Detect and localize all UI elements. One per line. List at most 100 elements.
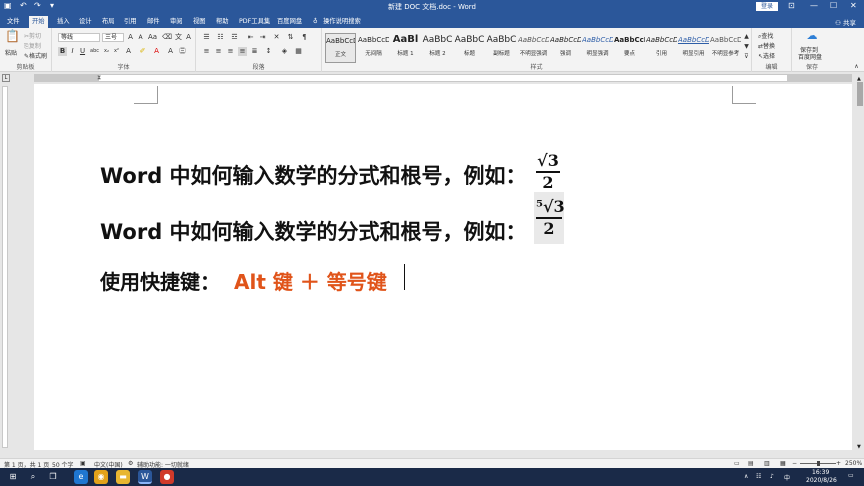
accessibility-icon[interactable]: ⚙ xyxy=(128,460,133,467)
align-left-icon[interactable]: ≡ xyxy=(202,47,211,56)
italic-icon[interactable]: I xyxy=(68,47,77,56)
style-no-spacing[interactable]: AaBbCcD 无间隔 xyxy=(358,33,389,63)
tab-home[interactable]: 开始 xyxy=(29,16,48,28)
decrease-indent-icon[interactable]: ⇤ xyxy=(246,33,255,42)
paste-icon[interactable]: 📋 xyxy=(5,30,20,46)
style-subtle-reference[interactable]: AaBbCcDi 不明显参考 xyxy=(710,33,741,63)
style-intense-emphasis[interactable]: AaBbCcD 明显强调 xyxy=(582,33,613,63)
bold-icon[interactable]: B xyxy=(58,47,67,56)
cloud-icon[interactable]: ☁ xyxy=(806,30,818,43)
windows-start-icon[interactable]: ⊞ xyxy=(6,470,20,484)
word-icon[interactable]: W xyxy=(138,470,152,484)
style-subtitle[interactable]: AaBbC 副标题 xyxy=(486,33,517,63)
app-icon[interactable]: ● xyxy=(160,470,174,484)
align-center-icon[interactable]: ≡ xyxy=(214,47,223,56)
distributed-icon[interactable]: ≣ xyxy=(250,47,259,56)
zoom-in-icon[interactable]: + xyxy=(836,460,841,467)
font-color-icon[interactable]: A xyxy=(152,47,161,56)
collapse-ribbon-icon[interactable]: ∧ xyxy=(852,62,861,71)
align-right-icon[interactable]: ≡ xyxy=(226,47,235,56)
ime-indicator[interactable]: 中 xyxy=(784,473,790,482)
select-button[interactable]: ↖选择 xyxy=(758,51,775,60)
horizontal-ruler[interactable]: L ⧗ xyxy=(0,72,864,84)
fraction-sqrt3-over-2[interactable]: √3 2 xyxy=(536,152,560,192)
text-effects-icon[interactable]: A xyxy=(124,47,133,56)
scrollbar-thumb[interactable] xyxy=(857,82,863,106)
style-heading-1[interactable]: AaBl 标题 1 xyxy=(390,33,421,63)
tab-references[interactable]: 引用 xyxy=(121,16,140,28)
tab-design[interactable]: 设计 xyxy=(76,16,95,28)
phonetic-guide-icon[interactable]: 文 xyxy=(174,33,183,42)
style-heading-2[interactable]: AaBbC 标题 2 xyxy=(422,33,453,63)
font-size-select[interactable]: 三号 xyxy=(102,33,124,42)
style-subtle-emphasis[interactable]: AaBbCcD 不明显强调 xyxy=(518,33,549,63)
change-case-icon[interactable]: Aa xyxy=(148,33,157,42)
superscript-icon[interactable]: x² xyxy=(112,47,121,56)
fraction-5th-root-3-over-2[interactable]: ⁵√3 2 xyxy=(534,192,565,244)
style-title[interactable]: AaBbC 标题 xyxy=(454,33,485,63)
maximize-icon[interactable]: ☐ xyxy=(830,1,837,10)
grow-font-icon[interactable]: A xyxy=(126,33,135,42)
underline-icon[interactable]: U xyxy=(78,47,87,56)
format-painter-button[interactable]: ✎格式刷 xyxy=(24,51,47,60)
tab-baidu-netdisk[interactable]: 百度网盘 xyxy=(274,16,305,28)
shading-icon[interactable]: ◈ xyxy=(280,47,289,56)
font-name-select[interactable]: 等线 xyxy=(58,33,100,42)
web-layout-icon[interactable]: ▦ xyxy=(780,460,786,467)
doc-line-1[interactable]: Word 中如何输入数学的分式和根号，例如： xyxy=(100,160,527,190)
character-border-icon[interactable]: A xyxy=(184,33,193,42)
read-mode-icon[interactable]: ▤ xyxy=(748,460,754,467)
justify-icon[interactable]: ≡ xyxy=(238,47,247,56)
doc-line-3[interactable]: 使用快捷键： Alt 键 ＋ 等号键 xyxy=(100,266,387,295)
enclose-characters-icon[interactable]: ㊂ xyxy=(178,47,187,56)
clock-time[interactable]: 16:39 xyxy=(812,469,829,476)
highlight-icon[interactable]: ✐ xyxy=(138,47,147,56)
zoom-out-icon[interactable]: − xyxy=(792,460,797,467)
login-button[interactable]: 登录 xyxy=(756,2,778,11)
tab-pdf-tools[interactable]: PDF工具集 xyxy=(236,16,273,28)
styles-scroll-down-icon[interactable]: ▼ xyxy=(742,42,751,51)
tab-selector-icon[interactable]: L xyxy=(2,74,10,82)
styles-more-icon[interactable]: ⊽ xyxy=(742,52,751,61)
cut-button[interactable]: ✂剪切 xyxy=(24,31,41,40)
clock-date[interactable]: 2020/8/26 xyxy=(806,477,837,484)
copy-button[interactable]: ⎘复制 xyxy=(24,41,41,51)
tray-expand-icon[interactable]: ∧ xyxy=(744,473,748,480)
task-view-icon[interactable]: ❐ xyxy=(46,470,60,484)
vertical-ruler[interactable] xyxy=(0,84,10,450)
share-button[interactable]: ⚇ 共享 xyxy=(835,17,856,27)
strikethrough-icon[interactable]: abc xyxy=(90,47,99,56)
zoom-level[interactable]: 250% xyxy=(845,460,862,467)
style-intense-quote[interactable]: AaBbCcD 明显引用 xyxy=(678,33,709,63)
volume-icon[interactable]: ♪ xyxy=(770,473,774,480)
chrome-icon[interactable]: ◉ xyxy=(94,470,108,484)
find-button[interactable]: ⌕查找 xyxy=(758,31,773,41)
edge-icon[interactable]: e xyxy=(74,470,88,484)
replace-button[interactable]: ⇄替换 xyxy=(758,41,775,50)
search-icon[interactable]: ⌕ xyxy=(26,470,40,484)
bullets-icon[interactable]: ☰ xyxy=(202,33,211,42)
tab-view[interactable]: 视图 xyxy=(190,16,209,28)
style-normal[interactable]: AaBbCcD正文 xyxy=(325,33,356,63)
sort-icon[interactable]: ⇅ xyxy=(286,33,295,42)
increase-indent-icon[interactable]: ⇥ xyxy=(258,33,267,42)
character-shading-icon[interactable]: A xyxy=(166,47,175,56)
file-explorer-icon[interactable]: ▬ xyxy=(116,470,130,484)
tab-layout[interactable]: 布局 xyxy=(99,16,118,28)
tab-help[interactable]: 帮助 xyxy=(213,16,232,28)
style-quote[interactable]: AaBbCcD 引用 xyxy=(646,33,677,63)
numbering-icon[interactable]: ☷ xyxy=(216,33,225,42)
print-layout-icon[interactable]: ▥ xyxy=(764,460,770,467)
paste-button[interactable]: 粘贴 xyxy=(5,48,17,57)
indent-marker-icon[interactable]: ⧗ xyxy=(97,74,101,82)
tab-insert[interactable]: 插入 xyxy=(54,16,73,28)
zoom-slider-thumb[interactable] xyxy=(817,461,820,466)
clear-format-icon[interactable]: ⌫ xyxy=(162,33,172,42)
show-marks-icon[interactable]: ¶ xyxy=(300,33,309,42)
proofing-icon[interactable]: ▣ xyxy=(80,460,86,467)
tab-mailings[interactable]: 邮件 xyxy=(144,16,163,28)
tell-me-search[interactable]: 操作说明搜索 xyxy=(320,16,364,28)
doc-line-2[interactable]: Word 中如何输入数学的分式和根号，例如： xyxy=(100,216,527,246)
line-spacing-icon[interactable]: ↕ xyxy=(264,47,273,56)
close-icon[interactable]: ✕ xyxy=(850,1,857,10)
